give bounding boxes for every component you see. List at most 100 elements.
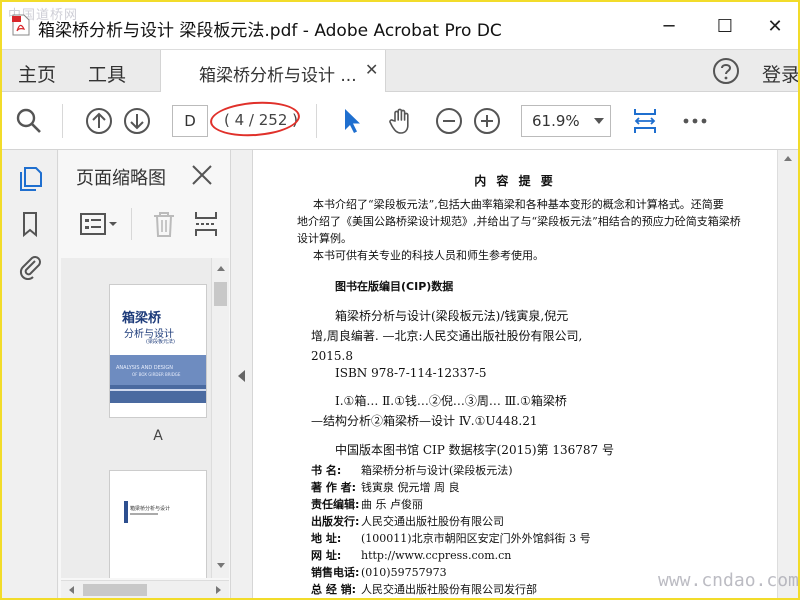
cip-line: Ⅰ.①箱… Ⅱ.①钱…②倪…③周… Ⅲ.①箱梁桥 <box>335 394 567 408</box>
minimize-button[interactable]: ─ <box>646 10 692 42</box>
page-number-input[interactable]: D <box>172 105 208 137</box>
thumbnail-cover-english-2: OF BOX GIRDER BRIDGE <box>132 372 181 377</box>
fit-width-icon[interactable] <box>630 106 660 136</box>
pdf-file-icon <box>12 14 30 36</box>
sign-in-link[interactable]: 登录 <box>762 60 798 87</box>
watermark-bottom: www.cndao.com <box>658 570 799 591</box>
summary-line: 设计算例。 <box>297 232 352 245</box>
close-panel-icon[interactable] <box>189 162 215 188</box>
panel-toolbar <box>59 200 231 250</box>
tools-tab[interactable]: 工具 <box>88 60 126 87</box>
trash-icon[interactable] <box>151 210 177 238</box>
highlight-annotation <box>208 98 302 140</box>
zoom-out-icon[interactable] <box>434 106 464 136</box>
cip-line: 箱梁桥分析与设计(梁段板元法)/钱寅泉,倪元 <box>335 309 569 323</box>
insert-page-icon[interactable] <box>193 210 219 238</box>
cip-line: —结构分析②箱梁桥—设计 Ⅳ.①U448.21 <box>311 414 538 428</box>
toolbar-separator <box>62 104 63 138</box>
select-cursor-icon[interactable] <box>336 106 366 136</box>
title-bar: 中国道桥网 箱梁桥分析与设计 梁段板元法.pdf - Adobe Acrobat… <box>2 2 798 50</box>
scrollbar-thumb[interactable] <box>214 282 227 306</box>
info-value: http://www.ccpress.com.cn <box>361 549 512 562</box>
page-thumbnail-a[interactable]: 箱梁桥 分析与设计 (梁段板元法) ANALYSIS AND DESIGN OF… <box>109 284 207 418</box>
panel-separator <box>131 208 132 240</box>
chevron-down-icon <box>594 118 604 124</box>
scroll-left-icon[interactable] <box>67 585 75 595</box>
info-label: 网 址: <box>311 549 342 562</box>
info-label: 总 经 销: <box>311 583 357 596</box>
info-value: 人民交通出版社股份有限公司发行部 <box>361 583 537 596</box>
cip-line: ISBN 978-7-114-12337-5 <box>335 366 487 380</box>
pdf-page: 内 容 提 要 本书介绍了“梁段板元法”,包括大曲率箱梁和各种基本变形的概念和计… <box>253 150 777 598</box>
more-options-icon[interactable] <box>680 106 710 136</box>
panel-collapse-handle[interactable] <box>231 150 253 598</box>
info-label: 出版发行: <box>311 515 360 528</box>
scroll-right-icon[interactable] <box>215 585 223 595</box>
info-value: 钱寅泉 倪元增 周 良 <box>361 481 460 494</box>
menu-bar: 主页 工具 箱梁桥分析与设计 ... ✕ 登录 <box>2 50 798 92</box>
thumbnails-panel: 页面缩略图 箱梁桥 分析与设计 (梁段板元法) ANALYSIS AND DES… <box>59 150 231 598</box>
summary-line: 地介绍了《美国公路桥梁设计规范》,并给出了与“梁段板元法”相结合的预应力砼简支箱… <box>297 215 741 228</box>
summary-line: 本书可供有关专业的科技人员和师生参考使用。 <box>313 249 544 262</box>
cip-line: 2015.8 <box>311 349 353 363</box>
info-value: (010)59757973 <box>361 566 447 579</box>
thumbnail-line <box>130 513 158 515</box>
document-viewport[interactable]: 内 容 提 要 本书介绍了“梁段板元法”,包括大曲率箱梁和各种基本变形的概念和计… <box>253 150 777 598</box>
zoom-dropdown[interactable]: 61.9% <box>521 105 611 137</box>
thumbnail-cover-note: (梁段板元法) <box>146 339 175 345</box>
thumbnail-list: 箱梁桥 分析与设计 (梁段板元法) ANALYSIS AND DESIGN OF… <box>61 258 211 578</box>
attachment-icon[interactable] <box>16 252 44 280</box>
maximize-button[interactable]: ☐ <box>702 10 748 42</box>
info-label: 责任编辑: <box>311 498 360 511</box>
hscrollbar-thumb[interactable] <box>83 584 147 596</box>
zoom-value: 61.9% <box>532 112 580 130</box>
page-thumbnail-b[interactable]: 箱梁桥分析与设计 <box>109 470 207 578</box>
cip-line: 增,周良编著. —北京:人民交通出版社股份有限公司, <box>311 329 583 343</box>
info-value: (100011)北京市朝阳区安定门外外馆斜街 3 号 <box>361 532 591 545</box>
info-label: 销售电话: <box>311 566 360 579</box>
next-page-icon[interactable] <box>122 106 152 136</box>
summary-heading: 内 容 提 要 <box>474 174 556 188</box>
summary-line: 本书介绍了“梁段板元法”,包括大曲率箱梁和各种基本变形的概念和计算格式。还简要 <box>313 198 724 211</box>
info-value: 箱梁桥分析与设计(梁段板元法) <box>361 464 513 477</box>
toolbar-separator <box>316 104 317 138</box>
cover-bottom <box>110 403 206 417</box>
cip-heading: 图书在版编目(CIP)数据 <box>335 280 454 293</box>
info-label: 书 名: <box>311 464 342 477</box>
thumbnail-label-a: A <box>153 428 163 444</box>
toolbar: D ( 4 / 252 ) 61.9% <box>2 92 798 150</box>
panel-title: 页面缩略图 <box>76 168 166 189</box>
cip-line: 中国版本图书馆 CIP 数据核字(2015)第 136787 号 <box>335 443 614 457</box>
hand-tool-icon[interactable] <box>386 106 416 136</box>
thumbnail-cover-image: ANALYSIS AND DESIGN OF BOX GIRDER BRIDGE <box>110 355 206 417</box>
thumbnail-cover-title: 箱梁桥 <box>122 311 162 326</box>
close-window-button[interactable]: ✕ <box>752 10 798 42</box>
navigation-rail <box>2 150 58 598</box>
info-value: 人民交通出版社股份有限公司 <box>361 515 504 528</box>
help-icon[interactable] <box>712 57 740 85</box>
window-title: 箱梁桥分析与设计 梁段板元法.pdf - Adobe Acrobat Pro D… <box>38 21 502 41</box>
scroll-up-icon[interactable] <box>216 264 226 272</box>
info-value: 曲 乐 卢俊丽 <box>361 498 423 511</box>
thumbnail-bar <box>124 501 128 523</box>
previous-page-icon[interactable] <box>84 106 114 136</box>
close-tab-icon[interactable]: ✕ <box>365 60 378 79</box>
cover-line <box>110 389 206 391</box>
app-window: 中国道桥网 箱梁桥分析与设计 梁段板元法.pdf - Adobe Acrobat… <box>0 0 800 600</box>
thumbnail-b-text: 箱梁桥分析与设计 <box>130 506 171 512</box>
document-scrollbar[interactable] <box>777 150 798 598</box>
document-tab[interactable]: 箱梁桥分析与设计 ... ✕ <box>160 50 386 92</box>
bookmark-icon[interactable] <box>16 210 44 238</box>
info-label: 著 作 者: <box>311 481 357 494</box>
search-icon[interactable] <box>14 106 44 136</box>
info-label: 地 址: <box>311 532 342 545</box>
zoom-in-icon[interactable] <box>472 106 502 136</box>
scroll-up-icon[interactable] <box>784 156 792 161</box>
collapse-arrow-icon <box>238 370 245 382</box>
home-tab[interactable]: 主页 <box>18 60 56 87</box>
thumbnail-options-icon[interactable] <box>79 212 119 238</box>
page-thumbnails-icon[interactable] <box>16 164 44 192</box>
thumbnail-hscrollbar[interactable] <box>61 580 229 598</box>
thumbnail-scrollbar[interactable] <box>211 258 229 578</box>
scroll-down-icon[interactable] <box>216 562 226 570</box>
